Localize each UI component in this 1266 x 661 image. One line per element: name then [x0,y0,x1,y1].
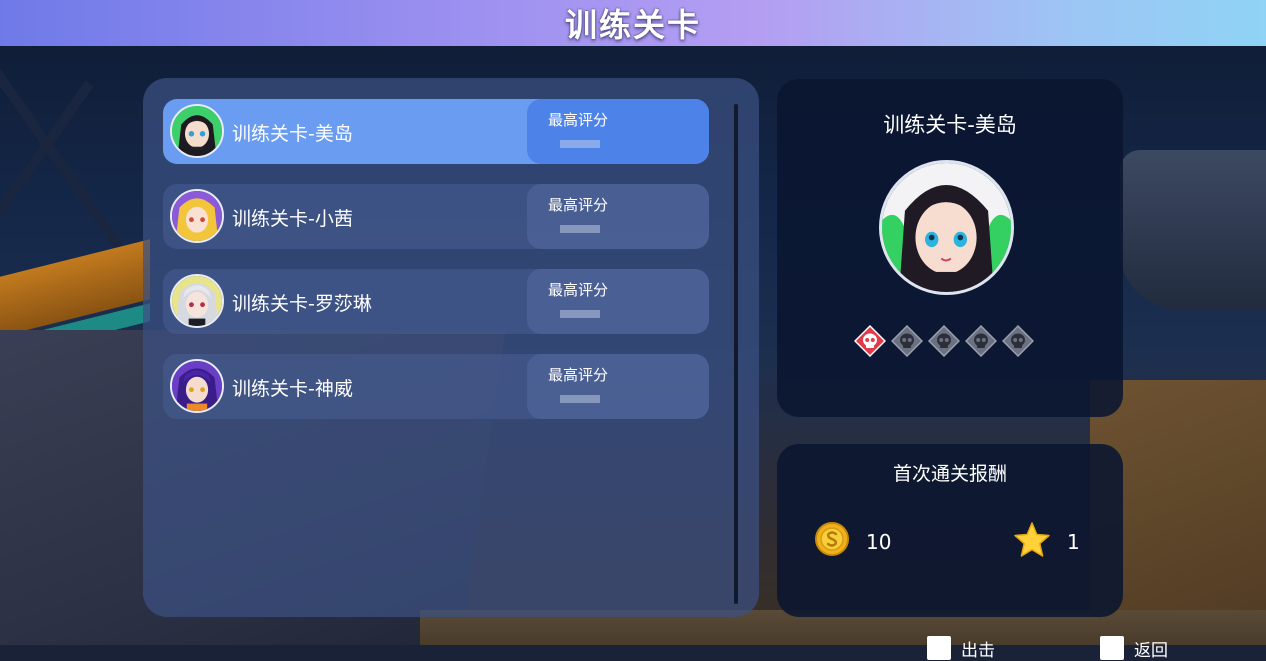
best-score-label: 最高评分 [548,111,609,129]
page-title: 训练关卡 [564,6,701,44]
star-reward-value: 1 [1067,530,1080,554]
panel-divider [734,104,738,604]
level-name: 训练关卡-小茜 [232,208,353,230]
skull-icon-inactive [891,325,923,357]
level-row-rosalyn[interactable]: 训练关卡-罗莎琳 最高评分 [163,269,709,334]
difficulty-rating [854,325,1034,357]
level-row-xiaoqian[interactable]: 训练关卡-小茜 最高评分 [163,184,709,249]
meidao-portrait [879,160,1014,295]
coin-reward-value: 10 [866,530,892,554]
skull-icon-inactive [965,325,997,357]
best-score-box: 最高评分 [527,269,709,334]
star-icon [1014,522,1050,557]
level-name: 训练关卡-美岛 [232,123,353,145]
meidao-avatar [170,104,224,158]
best-score-placeholder [560,140,600,148]
best-score-placeholder [560,310,600,318]
skull-icon-inactive [1002,325,1034,357]
level-row-meidao[interactable]: 训练关卡-美岛 最高评分 [163,99,709,164]
shenwei-avatar [170,359,224,413]
best-score-box: 最高评分 [527,354,709,419]
white-key-icon [1100,636,1124,660]
background-ship [1120,150,1266,310]
rosalyn-avatar [170,274,224,328]
sortie-hint[interactable]: 出击 [927,636,995,661]
best-score-box: 最高评分 [527,99,709,164]
skull-icon-active [854,325,886,357]
reward-title: 首次通关报酬 [892,463,1007,485]
white-key-icon [927,636,951,660]
level-name: 训练关卡-罗莎琳 [232,293,372,315]
best-score-label: 最高评分 [548,366,609,384]
back-label: 返回 [1134,641,1168,661]
skull-icon-inactive [928,325,960,357]
title-bar: 训练关卡 [0,0,1266,46]
xiaoqian-avatar [170,189,224,243]
level-name: 训练关卡-神威 [232,378,353,400]
gold-coin-icon [815,522,849,556]
level-detail-panel: 训练关卡-美岛 [777,79,1123,417]
best-score-label: 最高评分 [548,196,609,214]
best-score-placeholder [560,395,600,403]
best-score-label: 最高评分 [548,281,609,299]
back-hint[interactable]: 返回 [1100,636,1168,661]
detail-title: 训练关卡-美岛 [883,113,1017,137]
first-clear-reward-panel: 首次通关报酬 10 1 [777,444,1123,617]
best-score-placeholder [560,225,600,233]
level-row-shenwei[interactable]: 训练关卡-神威 最高评分 [163,354,709,419]
best-score-box: 最高评分 [527,184,709,249]
sortie-label: 出击 [961,641,995,661]
level-list-panel: 训练关卡-美岛 最高评分 训练关卡-小茜 最高评分 训练关卡-罗莎琳 最高评分 … [143,78,759,617]
